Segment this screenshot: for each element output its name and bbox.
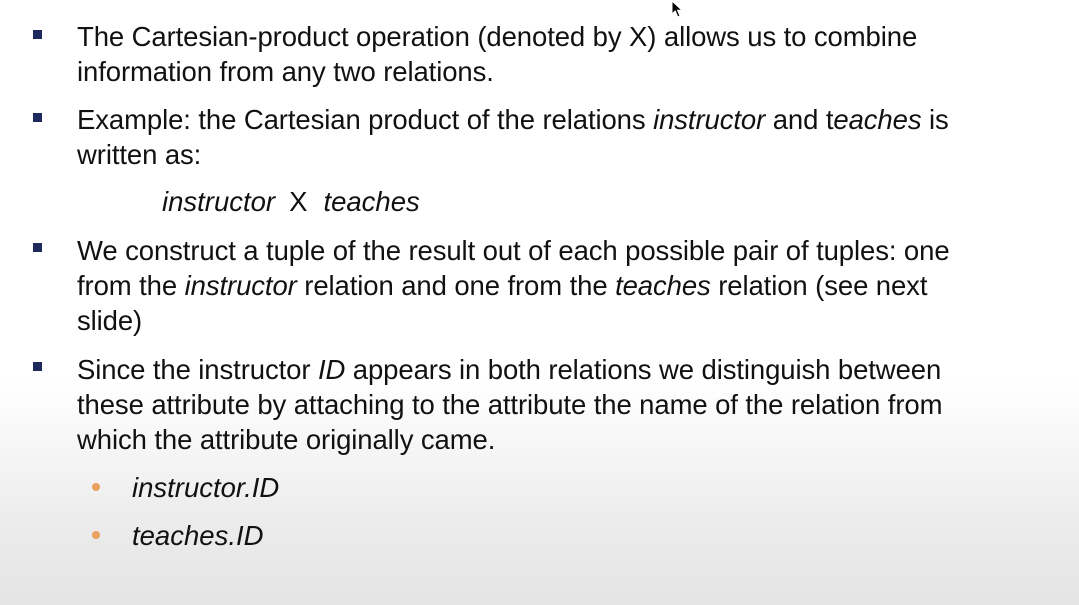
- bullet-2-line-1: Example: the Cartesian product of the re…: [77, 102, 1057, 137]
- square-bullet-icon: [33, 30, 42, 39]
- square-bullet-icon: [33, 113, 42, 122]
- bullet-3-line-3: slide): [77, 305, 143, 336]
- bullet-2-text: Example: the Cartesian product of the re…: [77, 102, 1057, 172]
- text-run: appears in both relations we distinguish…: [345, 354, 942, 385]
- bullet-1-text: The Cartesian-product operation (denoted…: [77, 19, 1057, 89]
- text-run: Since the instructor: [77, 354, 318, 385]
- bullet-2-line-2: written as:: [77, 139, 202, 170]
- sub-bullet-2: teaches.ID: [92, 518, 263, 553]
- dot-bullet-icon: [92, 530, 100, 539]
- mouse-pointer-icon: [671, 0, 684, 18]
- bullet-1-line-1: The Cartesian-product operation (denoted…: [77, 21, 918, 52]
- text-run: and t: [765, 104, 834, 135]
- italic-run: ID: [317, 354, 346, 385]
- bullet-3-line-1: We construct a tuple of the result out o…: [77, 235, 950, 266]
- text-run: from the: [77, 270, 185, 301]
- bullet-4-line-3: which the attribute originally came.: [77, 424, 496, 455]
- bullet-4-text: Since the instructor ID appears in both …: [77, 352, 1057, 457]
- sub-bullet-1: instructor.ID: [92, 470, 279, 505]
- formula-left: instructor: [162, 186, 276, 217]
- bullet-3-text: We construct a tuple of the result out o…: [77, 233, 1057, 338]
- bullet-3-line-2: from the instructor relation and one fro…: [77, 268, 1057, 303]
- sub-bullet-2-text: teaches.ID: [132, 520, 264, 551]
- square-bullet-icon: [33, 362, 42, 371]
- formula: instructor Xteaches: [162, 184, 420, 219]
- sub-bullet-1-text: instructor.ID: [132, 472, 280, 503]
- formula-right: teaches: [323, 186, 420, 217]
- text-run: Example: the Cartesian product of the re…: [77, 104, 654, 135]
- italic-run: teaches: [615, 270, 711, 301]
- dot-bullet-icon: [92, 482, 100, 491]
- bullet-4-line-1: Since the instructor ID appears in both …: [77, 352, 1057, 387]
- bullet-4-line-2: these attribute by attaching to the attr…: [77, 389, 943, 420]
- italic-run: eaches: [833, 104, 922, 135]
- formula-operator: X: [289, 186, 308, 217]
- italic-run: instructor: [653, 104, 766, 135]
- text-run: relation and one from the: [296, 270, 616, 301]
- italic-run: instructor: [184, 270, 297, 301]
- text-run: is: [921, 104, 949, 135]
- text-run: relation (see next: [710, 270, 928, 301]
- slide: The Cartesian-product operation (denoted…: [0, 0, 1079, 605]
- bullet-1-line-2: information from any two relations.: [77, 56, 494, 87]
- square-bullet-icon: [33, 243, 42, 252]
